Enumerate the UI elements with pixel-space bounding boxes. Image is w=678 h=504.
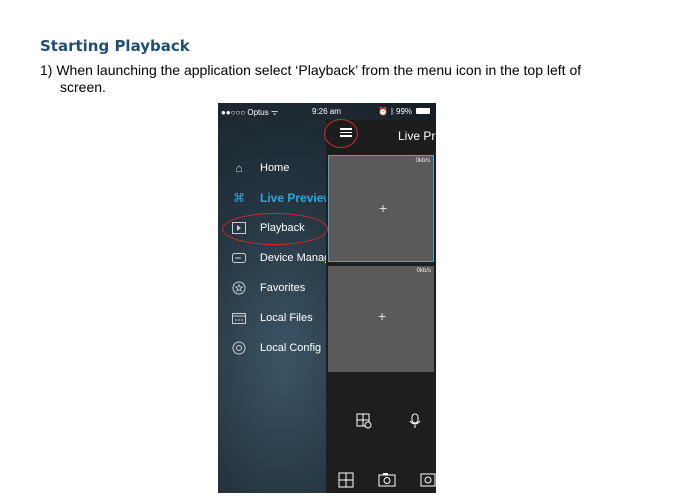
menu-item-live-preview[interactable]: ⌘ Live Preview: [230, 188, 340, 208]
menu-item-label: Local Files: [260, 312, 313, 324]
battery-icon: [416, 108, 430, 114]
menu-item-device-manager[interactable]: Device Manager: [230, 248, 340, 268]
menu-item-label: Home: [260, 162, 290, 174]
battery-label: 99%: [396, 107, 413, 116]
multi-view-settings-icon[interactable]: [356, 413, 372, 432]
menu-item-home[interactable]: ⌂ Home: [230, 158, 340, 178]
microphone-icon[interactable]: [408, 413, 422, 432]
menu-item-favorites[interactable]: Favorites: [230, 278, 340, 298]
snapshot-icon[interactable]: [378, 472, 396, 490]
step-line-1: 1) When launching the application select…: [40, 62, 582, 78]
menu-item-local-config[interactable]: Local Config: [230, 338, 340, 358]
add-channel-icon[interactable]: +: [378, 308, 386, 324]
menu-item-label: Local Config: [260, 342, 322, 354]
carrier-label: ●●○○○ Optus ᯤ: [221, 108, 279, 117]
instruction-step: 1) When launching the application select…: [40, 62, 640, 96]
bitrate-label: 0kb/s: [415, 158, 430, 164]
hamburger-highlight-circle: [324, 119, 358, 148]
menu-item-label: Live Preview: [260, 191, 333, 205]
playback-highlight-circle: [222, 213, 328, 245]
live-preview-title: Live Preview: [398, 129, 436, 143]
live-preview-panel: Live Preview 0kb/s + 0kb/s +: [326, 120, 436, 493]
grid-view-icon[interactable]: [338, 472, 354, 491]
step-line-2: screen.: [60, 79, 106, 95]
video-slot-1[interactable]: 0kb/s +: [328, 155, 434, 262]
files-icon: [230, 309, 248, 327]
star-icon: [230, 279, 248, 297]
home-icon: ⌂: [235, 161, 243, 175]
menu-item-local-files[interactable]: Local Files: [230, 308, 340, 328]
video-slot-2[interactable]: 0kb/s +: [328, 266, 434, 372]
add-channel-icon[interactable]: +: [379, 200, 387, 216]
record-icon[interactable]: [420, 472, 436, 490]
device-icon: [230, 249, 248, 267]
status-bar: ●●○○○ Optus ᯤ 9:26 am ⏰ ᛒ 99%: [218, 103, 436, 119]
status-time: 9:26 am: [312, 107, 341, 116]
config-icon: [230, 339, 248, 357]
phone-screenshot: ●●○○○ Optus ᯤ 9:26 am ⏰ ᛒ 99% ⌂ Home ⌘ L…: [218, 103, 436, 493]
bitrate-label: 0kb/s: [416, 268, 431, 274]
section-heading: Starting Playback: [40, 37, 190, 55]
menu-item-label: Favorites: [260, 282, 306, 294]
alarm-icon: ⏰ ᛒ: [378, 107, 395, 116]
camera-icon: ⌘: [233, 191, 245, 205]
